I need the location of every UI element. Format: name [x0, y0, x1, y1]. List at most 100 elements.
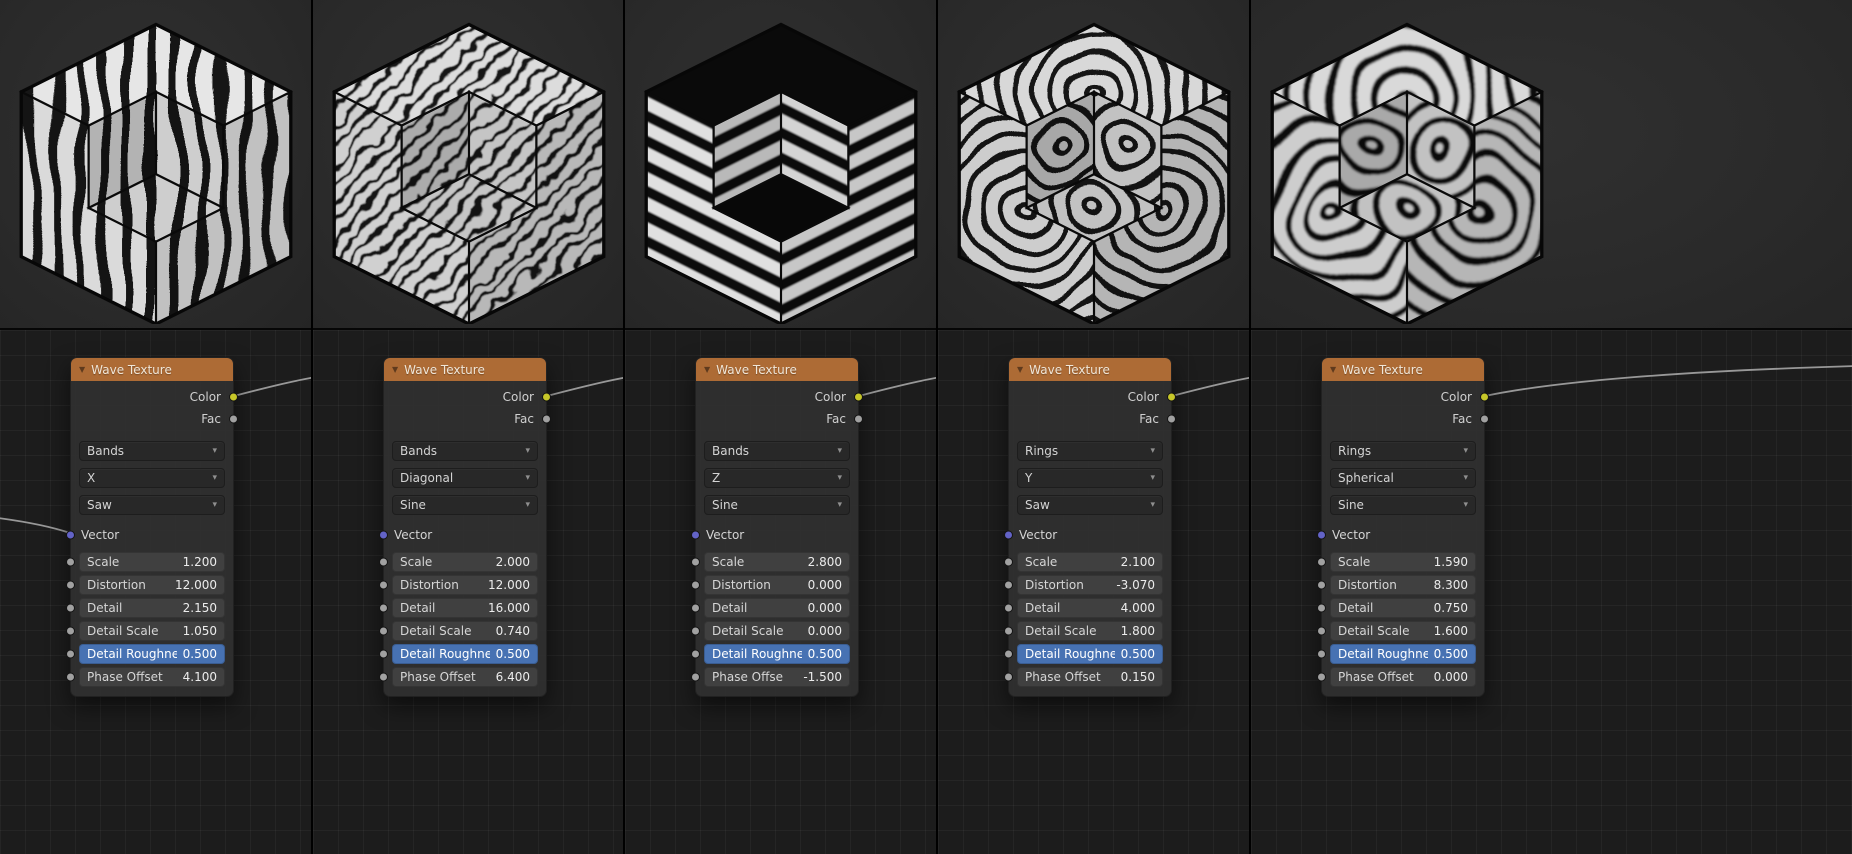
profile-dropdown[interactable]: Sine ▾ — [1330, 495, 1476, 515]
value-input-socket[interactable] — [1004, 650, 1013, 659]
distortion-field[interactable]: Distortion 12.000 — [392, 575, 538, 595]
color-output-socket[interactable] — [1167, 393, 1176, 402]
value-input-socket[interactable] — [379, 673, 388, 682]
value-input-socket[interactable] — [691, 673, 700, 682]
value-input-socket[interactable] — [1004, 558, 1013, 567]
node-header[interactable]: ▼ Wave Texture — [696, 358, 858, 381]
wave-type-dropdown[interactable]: Bands ▾ — [392, 441, 538, 461]
detail-scale-field[interactable]: Detail Scale 1.050 — [79, 621, 225, 641]
value-input-socket[interactable] — [691, 558, 700, 567]
node-editor-canvas[interactable]: ▼ Wave Texture Color Fac Rings ▾ Spheric… — [1251, 330, 1852, 854]
value-input-socket[interactable] — [1004, 604, 1013, 613]
value-input-socket[interactable] — [1317, 673, 1326, 682]
detail-roughness-field[interactable]: Detail Roughne 0.500 — [704, 644, 850, 664]
node-editor-canvas[interactable]: ▼ Wave Texture Color Fac Rings ▾ Y ▾ Saw… — [938, 330, 1249, 854]
scale-field[interactable]: Scale 2.100 — [1017, 552, 1163, 572]
detail-roughness-field[interactable]: Detail Roughne 0.500 — [1017, 644, 1163, 664]
wave-type-dropdown[interactable]: Rings ▾ — [1330, 441, 1476, 461]
detail-scale-field[interactable]: Detail Scale 0.740 — [392, 621, 538, 641]
value-input-socket[interactable] — [66, 650, 75, 659]
vector-input-socket[interactable] — [379, 531, 388, 540]
fac-output-socket[interactable] — [1480, 415, 1489, 424]
collapse-triangle-icon[interactable]: ▼ — [392, 366, 398, 374]
wave-type-dropdown[interactable]: Bands ▾ — [79, 441, 225, 461]
profile-dropdown[interactable]: Saw ▾ — [1017, 495, 1163, 515]
value-input-socket[interactable] — [1317, 627, 1326, 636]
value-input-socket[interactable] — [1004, 673, 1013, 682]
value-input-socket[interactable] — [66, 673, 75, 682]
value-input-socket[interactable] — [691, 581, 700, 590]
distortion-field[interactable]: Distortion 0.000 — [704, 575, 850, 595]
fac-output-socket[interactable] — [542, 415, 551, 424]
collapse-triangle-icon[interactable]: ▼ — [1330, 366, 1336, 374]
value-input-socket[interactable] — [379, 558, 388, 567]
detail-scale-field[interactable]: Detail Scale 0.000 — [704, 621, 850, 641]
value-input-socket[interactable] — [379, 581, 388, 590]
wave-texture-node[interactable]: ▼ Wave Texture Color Fac Rings ▾ Y ▾ Saw… — [1008, 357, 1172, 697]
collapse-triangle-icon[interactable]: ▼ — [79, 366, 85, 374]
phase-offset-field[interactable]: Phase Offset 0.150 — [1017, 667, 1163, 687]
fac-output-socket[interactable] — [229, 415, 238, 424]
vector-input-socket[interactable] — [1004, 531, 1013, 540]
detail-field[interactable]: Detail 2.150 — [79, 598, 225, 618]
node-header[interactable]: ▼ Wave Texture — [1322, 358, 1484, 381]
detail-field[interactable]: Detail 0.750 — [1330, 598, 1476, 618]
phase-offset-field[interactable]: Phase Offset 0.000 — [1330, 667, 1476, 687]
profile-dropdown[interactable]: Sine ▾ — [392, 495, 538, 515]
distortion-field[interactable]: Distortion 8.300 — [1330, 575, 1476, 595]
wave-texture-node[interactable]: ▼ Wave Texture Color Fac Bands ▾ Diagona… — [383, 357, 547, 697]
detail-roughness-field[interactable]: Detail Roughne 0.500 — [79, 644, 225, 664]
distortion-field[interactable]: Distortion -3.070 — [1017, 575, 1163, 595]
detail-field[interactable]: Detail 4.000 — [1017, 598, 1163, 618]
direction-dropdown[interactable]: Spherical ▾ — [1330, 468, 1476, 488]
phase-offset-field[interactable]: Phase Offset 4.100 — [79, 667, 225, 687]
vector-input-socket[interactable] — [1317, 531, 1326, 540]
scale-field[interactable]: Scale 2.000 — [392, 552, 538, 572]
value-input-socket[interactable] — [66, 558, 75, 567]
node-header[interactable]: ▼ Wave Texture — [1009, 358, 1171, 381]
value-input-socket[interactable] — [1004, 581, 1013, 590]
wave-type-dropdown[interactable]: Rings ▾ — [1017, 441, 1163, 461]
fac-output-socket[interactable] — [1167, 415, 1176, 424]
color-output-socket[interactable] — [854, 393, 863, 402]
value-input-socket[interactable] — [1317, 604, 1326, 613]
direction-dropdown[interactable]: Z ▾ — [704, 468, 850, 488]
vector-input-socket[interactable] — [691, 531, 700, 540]
value-input-socket[interactable] — [66, 627, 75, 636]
value-input-socket[interactable] — [691, 604, 700, 613]
scale-field[interactable]: Scale 1.590 — [1330, 552, 1476, 572]
color-output-socket[interactable] — [1480, 393, 1489, 402]
detail-field[interactable]: Detail 16.000 — [392, 598, 538, 618]
detail-roughness-field[interactable]: Detail Roughne 0.500 — [1330, 644, 1476, 664]
detail-field[interactable]: Detail 0.000 — [704, 598, 850, 618]
wave-texture-node[interactable]: ▼ Wave Texture Color Fac Rings ▾ Spheric… — [1321, 357, 1485, 697]
fac-output-socket[interactable] — [854, 415, 863, 424]
distortion-field[interactable]: Distortion 12.000 — [79, 575, 225, 595]
value-input-socket[interactable] — [379, 604, 388, 613]
direction-dropdown[interactable]: X ▾ — [79, 468, 225, 488]
value-input-socket[interactable] — [691, 650, 700, 659]
detail-scale-field[interactable]: Detail Scale 1.600 — [1330, 621, 1476, 641]
collapse-triangle-icon[interactable]: ▼ — [1017, 366, 1023, 374]
color-output-socket[interactable] — [229, 393, 238, 402]
value-input-socket[interactable] — [66, 581, 75, 590]
detail-roughness-field[interactable]: Detail Roughne 0.500 — [392, 644, 538, 664]
color-output-socket[interactable] — [542, 393, 551, 402]
value-input-socket[interactable] — [66, 604, 75, 613]
phase-offset-field[interactable]: Phase Offse -1.500 — [704, 667, 850, 687]
profile-dropdown[interactable]: Saw ▾ — [79, 495, 225, 515]
value-input-socket[interactable] — [1317, 581, 1326, 590]
direction-dropdown[interactable]: Y ▾ — [1017, 468, 1163, 488]
scale-field[interactable]: Scale 1.200 — [79, 552, 225, 572]
node-editor-canvas[interactable]: ▼ Wave Texture Color Fac Bands ▾ X ▾ Saw… — [0, 330, 311, 854]
scale-field[interactable]: Scale 2.800 — [704, 552, 850, 572]
profile-dropdown[interactable]: Sine ▾ — [704, 495, 850, 515]
vector-input-socket[interactable] — [66, 531, 75, 540]
phase-offset-field[interactable]: Phase Offset 6.400 — [392, 667, 538, 687]
value-input-socket[interactable] — [1317, 650, 1326, 659]
value-input-socket[interactable] — [379, 650, 388, 659]
wave-texture-node[interactable]: ▼ Wave Texture Color Fac Bands ▾ X ▾ Saw… — [70, 357, 234, 697]
collapse-triangle-icon[interactable]: ▼ — [704, 366, 710, 374]
node-editor-canvas[interactable]: ▼ Wave Texture Color Fac Bands ▾ Diagona… — [313, 330, 623, 854]
value-input-socket[interactable] — [1317, 558, 1326, 567]
